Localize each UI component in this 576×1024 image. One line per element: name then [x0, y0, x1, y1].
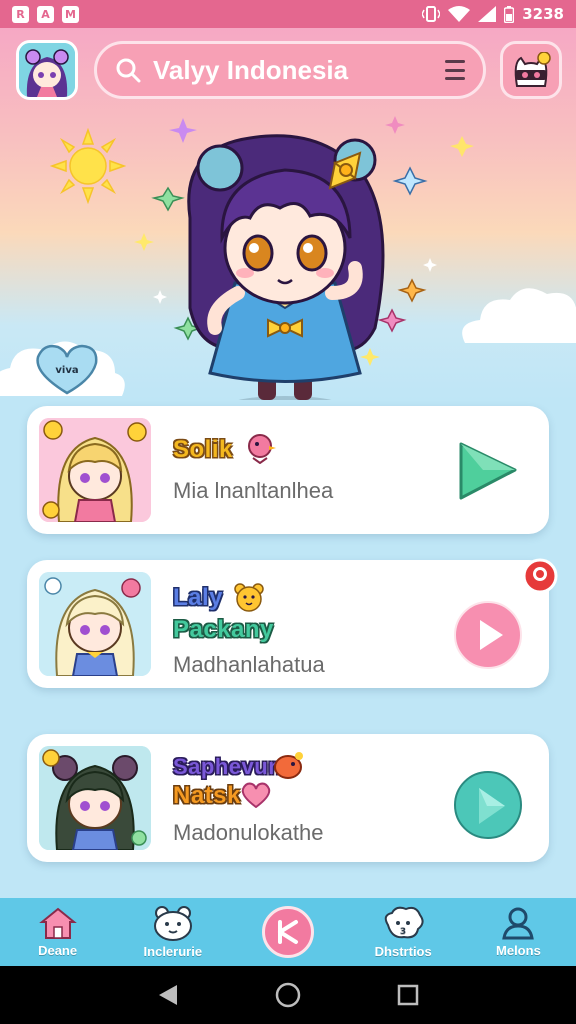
notification-icon: M [62, 5, 79, 23]
back-icon[interactable] [157, 983, 179, 1007]
profile-icon [502, 907, 535, 940]
list-item[interactable]: Solik Mia lnanltanlhea [27, 406, 549, 534]
list-item[interactable]: Saphevun Natsk Madonulokathe [27, 734, 549, 862]
status-notification-icons: R A M [12, 5, 79, 23]
nav-item-center-action[interactable] [230, 898, 345, 966]
battery-icon [504, 5, 515, 23]
status-time: 3238 [522, 5, 564, 23]
home-icon [38, 907, 77, 939]
bear-icon [153, 906, 192, 941]
status-bar: R A M 3238 [0, 0, 576, 28]
list-item-subtitle: Mia lnanltanlhea [173, 478, 334, 503]
nav-label: Melons [496, 943, 541, 958]
nav-label: Dhstrtios [374, 944, 432, 959]
notification-icon: A [37, 5, 54, 23]
play-button[interactable] [453, 436, 523, 506]
play-button[interactable] [453, 770, 523, 840]
list-item-thumbnail [39, 572, 151, 676]
bottom-navigation: Deane Inclerurie 3 Dhstrtios Melons [0, 898, 576, 966]
search-icon [116, 58, 141, 83]
list-item-title: Saphevun [173, 754, 283, 779]
list-item-title: Solik [173, 436, 233, 463]
list-item-title: Laly [173, 584, 224, 611]
nav-label: Inclerurie [143, 944, 203, 959]
heart-bubble-text: viva [55, 365, 78, 376]
mascot-button[interactable] [500, 41, 562, 99]
cat-mascot-icon [514, 52, 551, 87]
play-button[interactable] [453, 600, 523, 670]
list-item-thumbnail [39, 746, 151, 850]
bird-sticker-icon [274, 752, 303, 779]
search-input[interactable] [153, 54, 437, 86]
notification-icon: R [12, 5, 29, 23]
center-action-icon [278, 920, 298, 944]
home-circle-icon[interactable] [274, 981, 302, 1009]
search-menu-icon[interactable] [445, 60, 465, 80]
system-navigation-bar [0, 966, 576, 1024]
avatar-character-icon [19, 43, 75, 97]
search-bar[interactable] [94, 41, 486, 99]
hero-character-illustration [187, 134, 385, 400]
list-item-thumbnail [39, 418, 151, 522]
heart-bubble-icon: viva [36, 344, 98, 395]
alert-badge-icon [522, 558, 558, 594]
wifi-icon [448, 6, 471, 22]
bear-sticker-icon [234, 583, 264, 612]
sheep-icon: 3 [384, 906, 424, 939]
list-item-title-secondary: Packany [173, 616, 274, 643]
signal-icon [478, 6, 497, 22]
character-thumbnail-icon [39, 418, 151, 522]
nav-label: Deane [38, 943, 78, 958]
vibrate-icon [422, 6, 441, 22]
list-item-subtitle: Madonulokathe [173, 820, 324, 845]
character-thumbnail-icon [39, 572, 151, 676]
nav-item-home[interactable]: Deane [0, 898, 115, 966]
status-system-icons: 3238 [422, 5, 564, 23]
list-item-subtitle: Madhanlahatua [173, 652, 325, 677]
nav-item-districts[interactable]: 3 Dhstrtios [346, 898, 461, 966]
bird-sticker-icon [248, 434, 276, 464]
user-avatar[interactable] [16, 40, 78, 100]
heart-icon [241, 782, 271, 808]
recents-icon[interactable] [397, 984, 419, 1006]
list-item[interactable]: Laly Packany Madhanlahatua [27, 560, 549, 688]
nav-item-profile[interactable]: Melons [461, 898, 576, 966]
character-thumbnail-icon [39, 746, 151, 850]
nav-item-favorites[interactable]: Inclerurie [115, 898, 230, 966]
center-action-button[interactable] [262, 906, 314, 958]
list-item-title-secondary: Natsk [173, 782, 241, 809]
svg-text:3: 3 [400, 927, 406, 937]
